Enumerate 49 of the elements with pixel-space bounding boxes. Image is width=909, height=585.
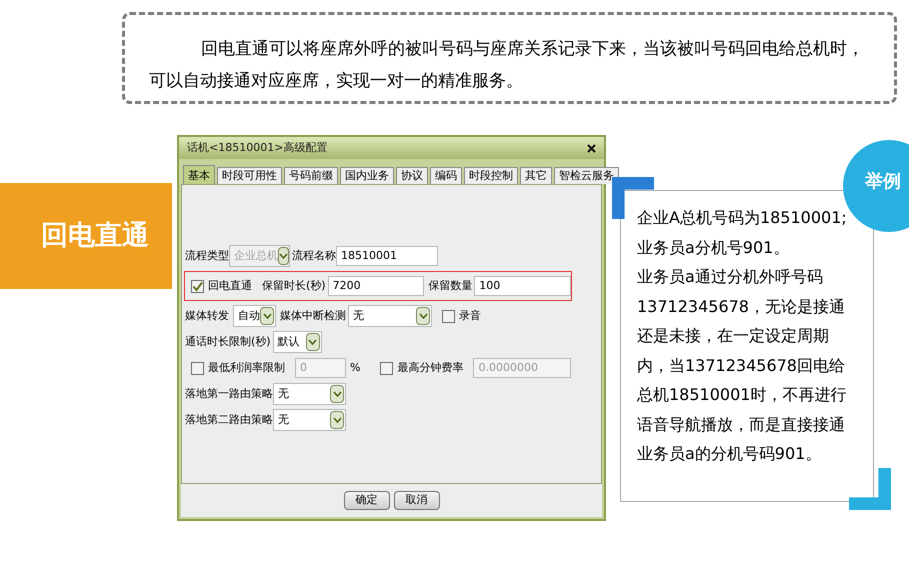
dropdown-arrow-icon[interactable] [330,411,344,429]
tab[interactable]: 号码前缀 [284,167,338,184]
tab[interactable]: 基本 [183,165,215,184]
field-label: 流程类型 [185,248,229,264]
tab[interactable]: 其它 [520,167,552,184]
badge-text: 举例 [865,170,901,194]
dropdown[interactable]: 默认 [272,331,322,353]
dialog-button[interactable]: 取消 [394,491,440,510]
tab[interactable]: 智检云服务 [554,167,619,184]
field-label: 媒体转发 [185,308,229,324]
field-label: 媒体中断检测 [280,308,346,324]
window-title: 话机<18510001>高级配置 [187,140,328,156]
field-label: 落地第一路由策略 [185,386,273,402]
tab[interactable]: 时段可用性 [217,167,282,184]
example-paragraph: 业务员a通过分机外呼号码13712345678，无论是接通还是未接，在一定设定周期内，当13712345678回电给总机18510001时，不再进行语音导航播放，而是直接接通业务员a的分机号码901。 [637,266,848,465]
tab[interactable]: 编码 [430,167,462,184]
field-label: 落地第二路由策略 [185,412,273,428]
checkbox[interactable] [191,362,204,374]
dropdown[interactable]: 自动 [233,305,276,327]
field-label: 保留时长(秒) [262,278,326,294]
feature-title: 回电直通 [40,218,149,253]
checkbox-label: 最高分钟费率 [397,360,464,376]
checkbox-label: 最低利润率限制 [208,360,285,376]
input-field[interactable]: 7200 [328,276,424,296]
input-field[interactable]: 18510001 [336,246,438,266]
field-label: 通话时长限制(秒) [185,334,271,350]
field-label: % [350,360,360,376]
dialog-button[interactable]: 确定 [344,491,390,510]
field-label: 流程名称 [292,248,336,264]
tab[interactable]: 国内业务 [340,167,394,184]
dropdown-arrow-icon[interactable] [416,307,430,325]
intro-text: 回电直通可以将座席外呼的被叫号码与座席关系记录下来，当该被叫号码回电给总机时，可以自动接通对应座席，实现一对一的精准服务。 [149,38,865,93]
close-icon[interactable] [587,144,596,152]
checkbox[interactable] [442,310,455,322]
example-paragraph: 企业A总机号码为18510001;业务员a分机号901。 [637,207,848,258]
dropdown-arrow-icon[interactable] [330,385,344,403]
field-label: 保留数量 [428,278,472,294]
tab[interactable]: 协议 [396,167,428,184]
dropdown-arrow-icon[interactable] [260,307,274,325]
checkbox-label: 回电直通 [208,278,252,294]
input-field[interactable]: 100 [474,276,571,296]
dropdown[interactable]: 无 [348,305,432,327]
checkbox-label: 录音 [459,308,481,324]
dropdown[interactable]: 无 [273,409,346,431]
checkbox[interactable] [191,280,204,292]
tab[interactable]: 时段控制 [464,167,518,184]
dropdown[interactable]: 无 [273,383,346,405]
checkbox[interactable] [380,362,394,374]
dropdown-arrow-icon[interactable] [306,333,320,351]
